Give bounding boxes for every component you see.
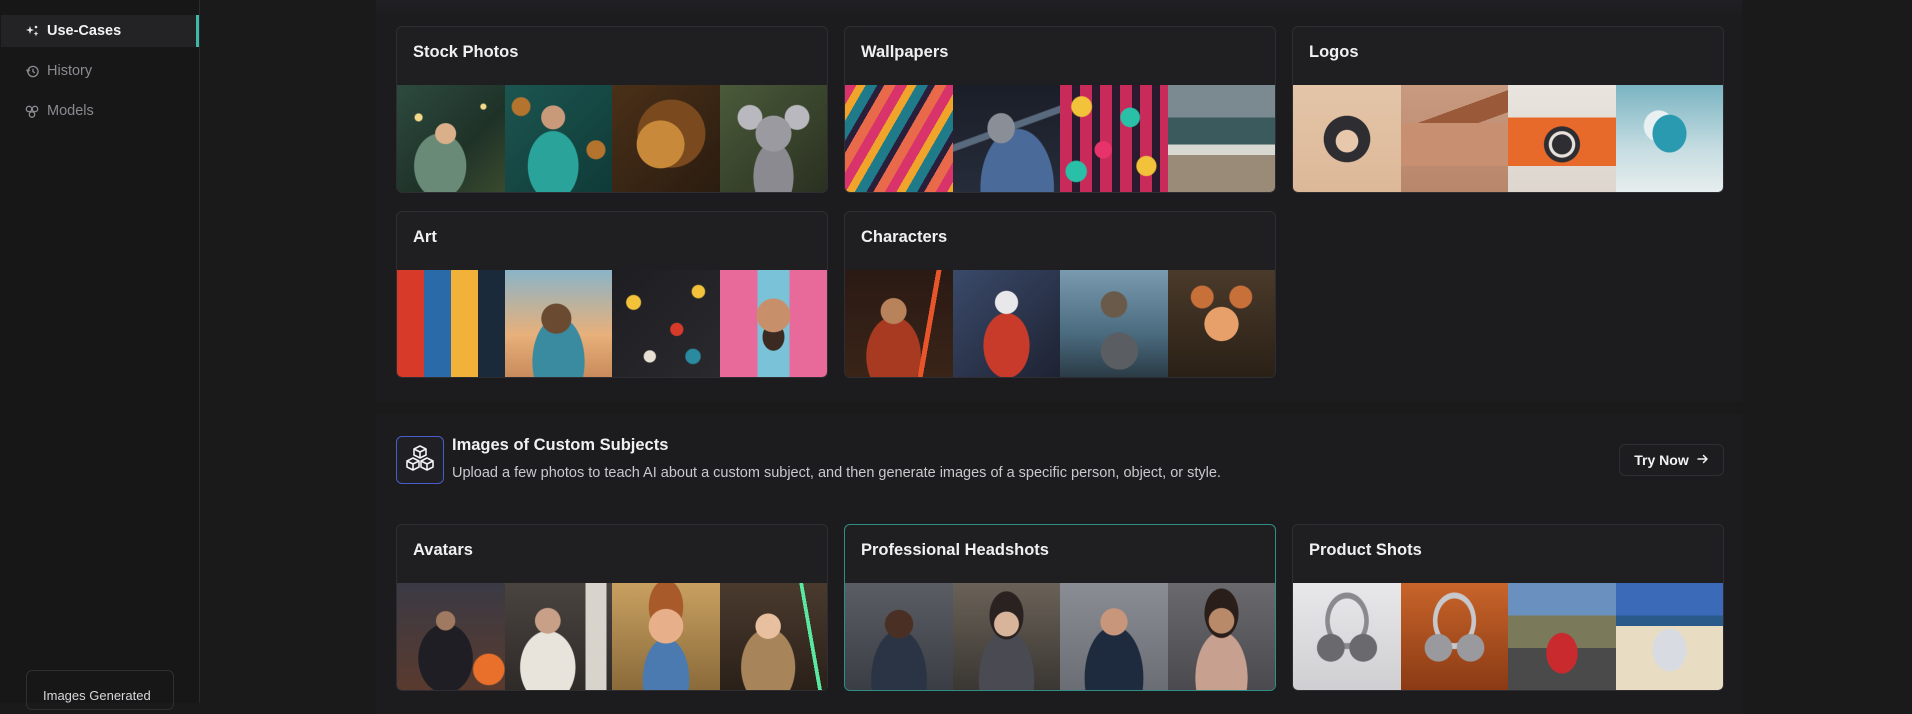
thumbnail	[719, 85, 827, 192]
feature-icon-box	[396, 436, 444, 484]
thumbnail-strip	[1293, 85, 1723, 192]
thumbnail	[1400, 583, 1508, 690]
section-description: Upload a few photos to teach AI about a …	[452, 465, 1221, 481]
try-now-button[interactable]: Try Now	[1619, 444, 1724, 476]
models-icon	[25, 104, 39, 118]
thumbnail-strip	[845, 85, 1275, 192]
card-logos[interactable]: Logos	[1292, 26, 1724, 193]
card-title: Art	[413, 228, 437, 246]
sidebar-item-history[interactable]: History	[1, 55, 199, 87]
thumbnail	[1167, 583, 1275, 690]
thumbnail	[845, 583, 953, 690]
thumbnail-strip	[397, 270, 827, 377]
sidebar-item-label: Use-Cases	[47, 23, 122, 39]
try-now-label: Try Now	[1634, 452, 1689, 468]
sidebar-item-models[interactable]: Models	[1, 95, 199, 127]
thumbnail	[612, 270, 720, 377]
section-title: Images of Custom Subjects	[452, 436, 669, 454]
thumbnail	[1060, 270, 1168, 377]
thumbnail	[952, 270, 1060, 377]
thumbnail	[845, 270, 953, 377]
thumbnail	[1508, 583, 1616, 690]
thumbnail	[719, 270, 827, 377]
sidebar: Use-Cases History Models Images Generate…	[0, 0, 200, 710]
thumbnail	[1060, 583, 1168, 690]
card-title: Stock Photos	[413, 43, 519, 61]
thumbnail	[1167, 270, 1275, 377]
thumbnail	[1400, 85, 1508, 192]
card-wallpapers[interactable]: Wallpapers	[844, 26, 1276, 193]
card-product-shots[interactable]: Product Shots	[1292, 524, 1724, 691]
card-title: Professional Headshots	[861, 541, 1049, 559]
thumbnail	[397, 583, 505, 690]
sidebar-item-label: History	[47, 63, 93, 79]
thumbnail	[1508, 85, 1616, 192]
thumbnail	[952, 583, 1060, 690]
card-professional-headshots[interactable]: Professional Headshots	[844, 524, 1276, 691]
thumbnail	[612, 85, 720, 192]
cubes-icon	[405, 444, 435, 477]
thumbnail-strip	[397, 583, 827, 690]
sidebar-item-label: Models	[47, 103, 94, 119]
images-generated-box: Images Generated	[26, 670, 174, 710]
thumbnail	[1060, 85, 1168, 192]
card-characters[interactable]: Characters	[844, 211, 1276, 378]
thumbnail-strip	[845, 583, 1275, 690]
card-art[interactable]: Art	[396, 211, 828, 378]
thumbnail	[1615, 85, 1723, 192]
sparkles-icon	[25, 24, 39, 38]
thumbnail-strip	[397, 85, 827, 192]
images-generated-label: Images Generated	[43, 688, 151, 703]
thumbnail	[504, 583, 612, 690]
thumbnail-strip	[845, 270, 1275, 377]
sidebar-item-use-cases[interactable]: Use-Cases	[1, 15, 199, 47]
card-avatars[interactable]: Avatars	[396, 524, 828, 691]
thumbnail	[612, 583, 720, 690]
thumbnail	[719, 583, 827, 690]
thumbnail	[397, 270, 505, 377]
arrow-right-icon	[1696, 452, 1709, 468]
card-title: Logos	[1309, 43, 1359, 61]
thumbnail	[504, 85, 612, 192]
thumbnail	[504, 270, 612, 377]
thumbnail	[1293, 85, 1401, 192]
thumbnail	[1167, 85, 1275, 192]
thumbnail	[1615, 583, 1723, 690]
thumbnail	[397, 85, 505, 192]
thumbnail	[952, 85, 1060, 192]
card-title: Avatars	[413, 541, 473, 559]
card-title: Wallpapers	[861, 43, 949, 61]
card-stock-photos[interactable]: Stock Photos	[396, 26, 828, 193]
card-title: Characters	[861, 228, 948, 246]
card-title: Product Shots	[1309, 541, 1422, 559]
thumbnail	[845, 85, 953, 192]
thumbnail	[1293, 583, 1401, 690]
thumbnail-strip	[1293, 583, 1723, 690]
history-icon	[25, 64, 39, 78]
